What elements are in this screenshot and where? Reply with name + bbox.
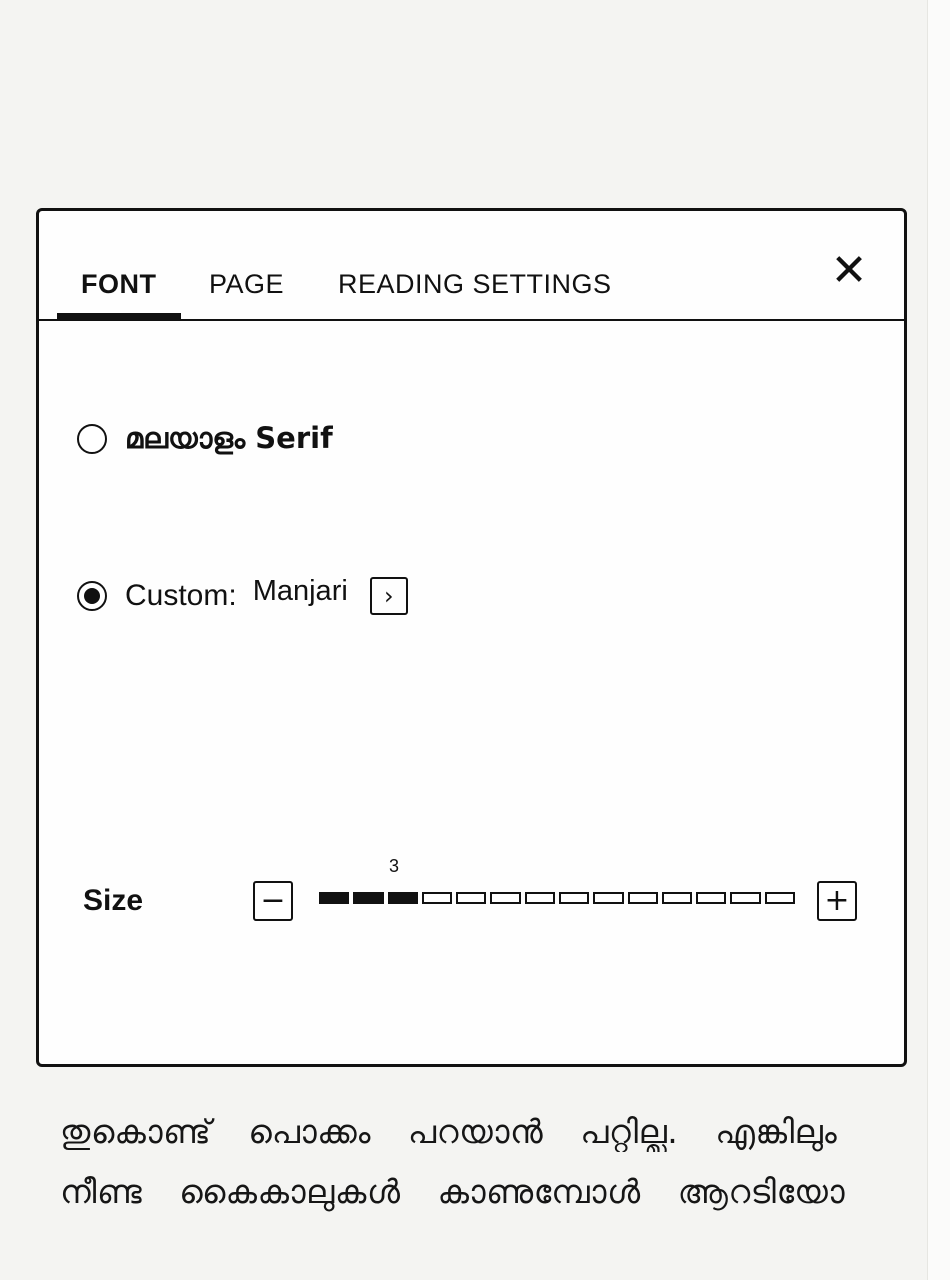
- font-option-malayalam-serif[interactable]: മലയാളം Serif: [77, 421, 333, 456]
- size-segment[interactable]: [456, 892, 487, 904]
- size-segment-filled[interactable]: [353, 892, 384, 904]
- size-segment-filled[interactable]: [319, 892, 350, 904]
- radio-button-selected[interactable]: [77, 581, 107, 611]
- size-segment[interactable]: [696, 892, 727, 904]
- custom-font-name: Manjari: [252, 574, 348, 607]
- font-option-label: മലയാളം Serif: [125, 421, 333, 455]
- close-icon[interactable]: ✕: [827, 249, 871, 293]
- book-text-line: തുകൊണ്ട് പൊക്കം പറയാൻ പറ്റില്ല. എങ്കിലും: [60, 1112, 838, 1151]
- size-segment[interactable]: [524, 892, 555, 904]
- radio-button[interactable]: [77, 423, 107, 454]
- book-text-line: നീണ്ട കൈകാലുകൾ കാണുമ്പോൾ ആറടിയോ: [60, 1172, 846, 1211]
- size-segment[interactable]: [730, 892, 761, 904]
- decrease-size-button[interactable]: −: [253, 881, 293, 921]
- font-settings-dialog: FONT PAGE READING SETTINGS ✕ മലയാളം Seri…: [36, 208, 907, 1067]
- font-option-label: Custom:: [125, 579, 237, 612]
- size-label: Size: [83, 884, 144, 917]
- increase-size-button[interactable]: +: [817, 881, 857, 921]
- size-slider[interactable]: [319, 892, 795, 908]
- tab-bar: FONT PAGE READING SETTINGS ✕: [39, 211, 904, 321]
- tab-page[interactable]: PAGE: [209, 269, 284, 300]
- tab-font[interactable]: FONT: [81, 269, 157, 300]
- size-segment[interactable]: [421, 892, 453, 904]
- font-option-custom[interactable]: Custom: Manjari ›: [77, 574, 408, 615]
- size-segment[interactable]: [490, 892, 521, 904]
- chevron-right-icon[interactable]: ›: [369, 577, 408, 615]
- size-value: 3: [389, 856, 400, 876]
- size-segment[interactable]: [661, 892, 693, 904]
- size-segment-filled[interactable]: [387, 892, 418, 904]
- size-segment[interactable]: [593, 892, 624, 904]
- size-segment[interactable]: [764, 892, 795, 904]
- size-segment[interactable]: [558, 892, 590, 904]
- tab-reading-settings[interactable]: READING SETTINGS: [338, 269, 612, 300]
- active-tab-indicator: [57, 313, 181, 319]
- page-edge: [927, 0, 950, 1280]
- size-segment[interactable]: [627, 892, 658, 904]
